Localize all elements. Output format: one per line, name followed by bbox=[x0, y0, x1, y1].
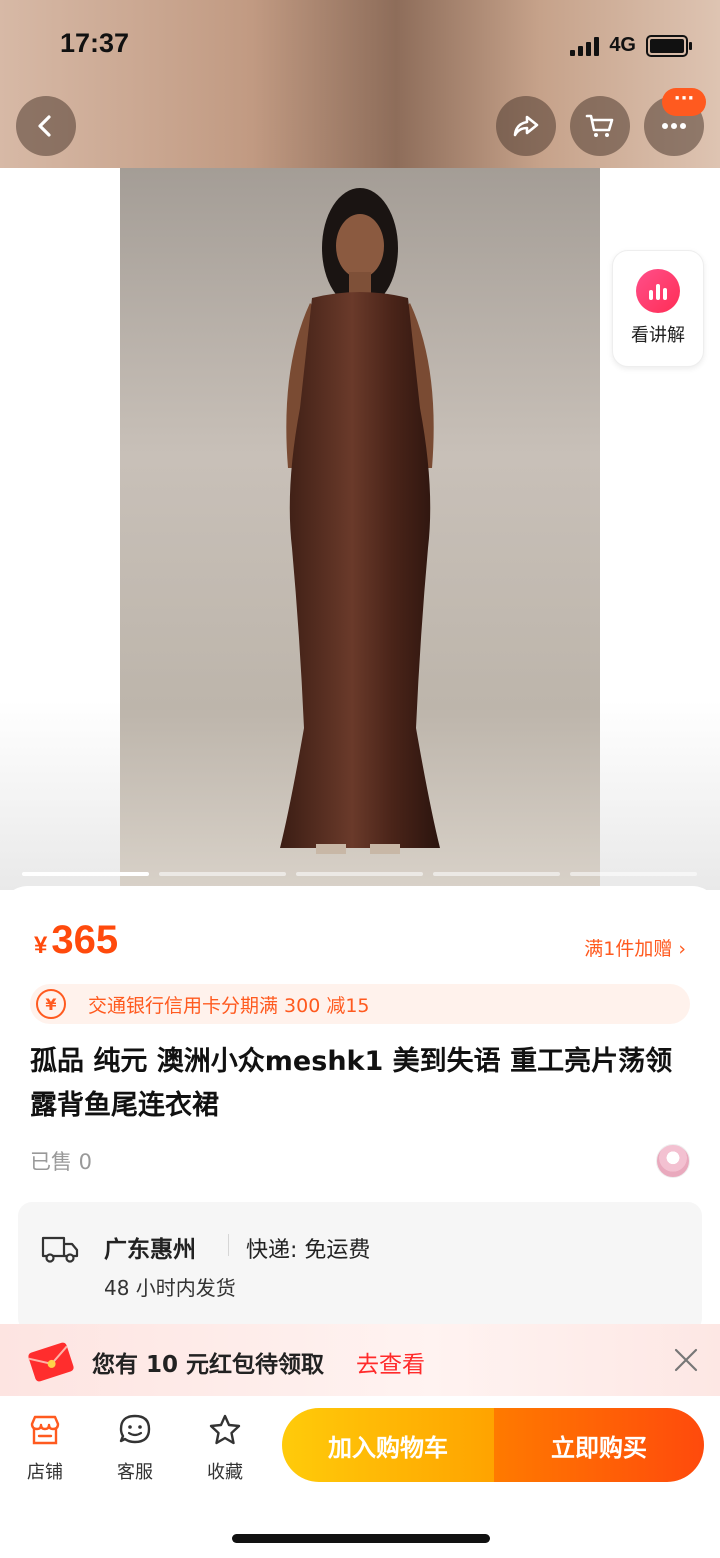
yen-coin-icon: ¥ bbox=[36, 989, 66, 1019]
product-title: 孤品 纯元 澳洲小众meshk1 美到失语 重工亮片荡领露背鱼尾连衣裙 bbox=[30, 1046, 673, 1121]
close-icon[interactable] bbox=[672, 1346, 700, 1374]
ship-origin: 广东惠州 bbox=[104, 1237, 196, 1263]
currency-symbol: ¥ bbox=[34, 932, 48, 959]
share-button[interactable] bbox=[496, 96, 556, 156]
installment-promo[interactable]: ¥ 交通银行信用卡分期满 300 减15 bbox=[30, 984, 690, 1024]
video-explain-button[interactable]: 看讲解 bbox=[612, 250, 704, 367]
store-icon bbox=[30, 1415, 60, 1445]
star-icon bbox=[209, 1414, 241, 1445]
gallery-backdrop-left bbox=[0, 700, 120, 890]
cart-button[interactable] bbox=[570, 96, 630, 156]
pagination-dot bbox=[296, 872, 423, 876]
store-label: 店铺 bbox=[27, 1462, 63, 1483]
divider bbox=[228, 1234, 229, 1256]
more-badge: ··· bbox=[662, 88, 706, 116]
chat-smile-icon bbox=[119, 1414, 151, 1444]
favorite-label: 收藏 bbox=[207, 1462, 243, 1483]
status-indicators: 4G bbox=[570, 34, 692, 57]
store-button[interactable]: 店铺 bbox=[15, 1412, 75, 1484]
customer-service-button[interactable]: 客服 bbox=[105, 1412, 165, 1484]
favorite-button[interactable]: 收藏 bbox=[195, 1412, 255, 1484]
gift-promo-link[interactable]: 满1件加赠 › bbox=[584, 934, 686, 961]
seller-avatar[interactable] bbox=[656, 1144, 690, 1178]
buy-now-button[interactable]: 立即购买 bbox=[494, 1408, 704, 1482]
explain-label: 看讲解 bbox=[631, 325, 685, 346]
product-photo[interactable] bbox=[120, 168, 600, 888]
battery-icon bbox=[646, 34, 692, 57]
pagination-dot bbox=[22, 872, 149, 876]
chevron-left-icon bbox=[38, 115, 51, 137]
bar-chart-icon bbox=[636, 269, 680, 313]
pagination-dot bbox=[433, 872, 560, 876]
product-price: ¥365 bbox=[34, 918, 118, 963]
add-to-cart-button[interactable]: 加入购物车 bbox=[282, 1408, 494, 1482]
back-button[interactable] bbox=[16, 96, 76, 156]
price-value: 365 bbox=[51, 918, 119, 962]
sold-count: 已售 0 bbox=[30, 1150, 93, 1174]
share-icon bbox=[513, 115, 539, 137]
dispatch-time: 48 小时内发货 bbox=[104, 1276, 236, 1300]
gallery-backdrop-right bbox=[600, 700, 720, 890]
pagination-dot bbox=[159, 872, 286, 876]
red-packet-link[interactable]: 去查看 bbox=[356, 1345, 425, 1379]
gallery-pagination bbox=[22, 872, 697, 876]
promo-text: 交通银行信用卡分期满 300 减15 bbox=[88, 994, 370, 1017]
signal-icon bbox=[570, 36, 600, 56]
service-label: 客服 bbox=[117, 1462, 153, 1483]
home-indicator bbox=[232, 1534, 490, 1543]
shipping-card[interactable]: 广东惠州 快递: 免运费 48 小时内发货 bbox=[18, 1202, 702, 1332]
pagination-dot bbox=[570, 872, 697, 876]
truck-icon bbox=[41, 1236, 79, 1263]
cart-icon bbox=[585, 114, 614, 137]
dress-model-image bbox=[280, 188, 440, 854]
status-time: 17:37 bbox=[60, 28, 130, 58]
ship-method: 快递: 免运费 bbox=[246, 1238, 371, 1263]
red-packet-text: 您有 10 元红包待领取 bbox=[92, 1352, 325, 1378]
network-label: 4G bbox=[609, 34, 636, 56]
